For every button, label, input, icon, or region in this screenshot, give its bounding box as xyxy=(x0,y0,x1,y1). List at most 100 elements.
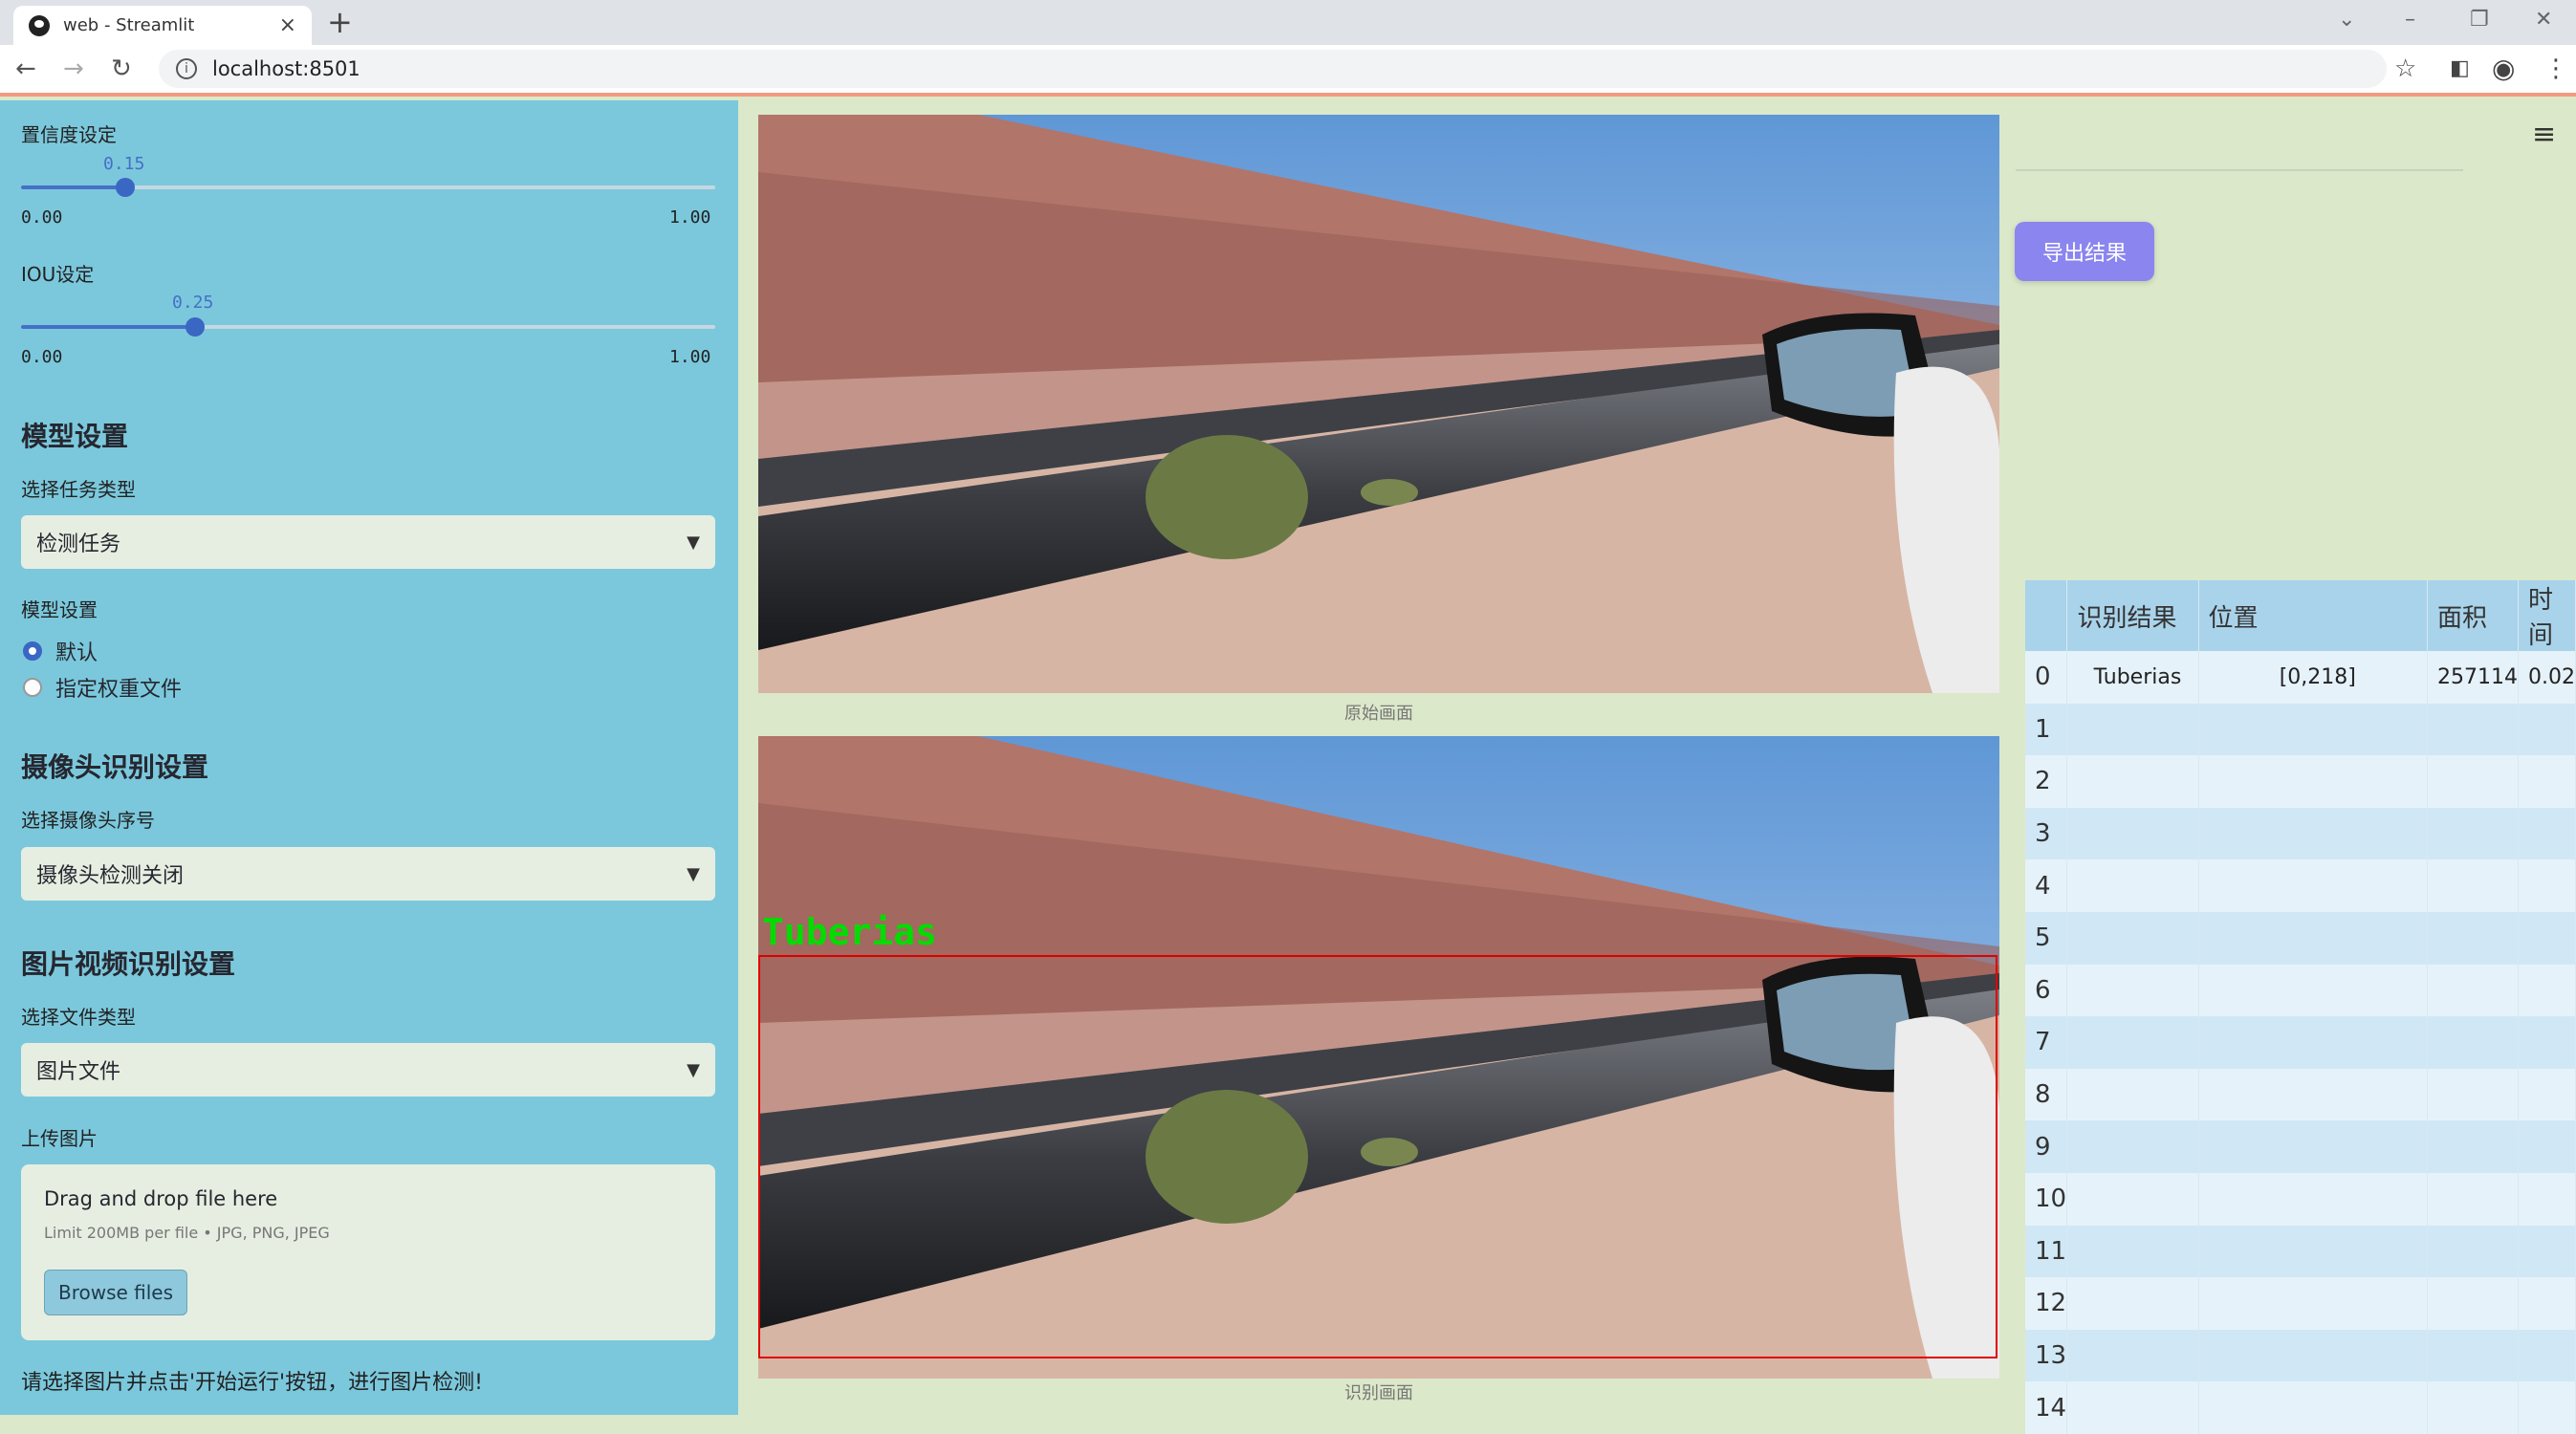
table-row[interactable]: 6 xyxy=(2025,964,2576,1017)
table-row[interactable]: 10 xyxy=(2025,1172,2576,1226)
table-row[interactable]: 4 xyxy=(2025,859,2576,912)
row-index: 14 xyxy=(2025,1381,2068,1434)
row-area xyxy=(2427,1016,2520,1069)
row-position xyxy=(2198,1120,2429,1173)
side-panel-icon[interactable]: ◧ xyxy=(2450,56,2470,80)
table-row[interactable]: 12 xyxy=(2025,1277,2576,1330)
forward-icon[interactable]: → xyxy=(63,54,84,83)
table-row[interactable]: 7 xyxy=(2025,1016,2576,1069)
browser-tabstrip: web - Streamlit × + ⌄ – ❐ ✕ xyxy=(0,0,2576,45)
table-row[interactable]: 11 xyxy=(2025,1225,2576,1278)
table-row[interactable]: 13 xyxy=(2025,1329,2576,1382)
header-position[interactable]: 位置 xyxy=(2198,580,2429,651)
file-dropzone[interactable]: Drag and drop file here Limit 200MB per … xyxy=(21,1164,715,1340)
window-close-icon[interactable]: ✕ xyxy=(2535,8,2552,32)
row-class xyxy=(2066,755,2199,808)
back-icon[interactable]: ← xyxy=(15,54,36,83)
original-image xyxy=(758,115,1999,693)
iou-slider[interactable] xyxy=(21,317,715,337)
reload-icon[interactable]: ↻ xyxy=(111,54,132,83)
row-class xyxy=(2066,1225,2199,1278)
row-time xyxy=(2518,807,2576,860)
iou-slider-thumb[interactable] xyxy=(186,317,205,337)
upload-label: 上传图片 xyxy=(21,1127,98,1150)
divider xyxy=(2016,169,2463,171)
row-class xyxy=(2066,1120,2199,1173)
header-class[interactable]: 识别结果 xyxy=(2066,580,2199,651)
radio-selected-icon xyxy=(23,641,42,661)
table-row[interactable]: 5 xyxy=(2025,911,2576,965)
address-bar[interactable]: i localhost:8501 xyxy=(159,50,2387,88)
row-index: 12 xyxy=(2025,1277,2068,1330)
profile-avatar-icon[interactable]: ◉ xyxy=(2492,53,2515,84)
row-time xyxy=(2518,1016,2576,1069)
table-row[interactable]: 0 Tuberias [0,218] 257114 0.02 xyxy=(2025,651,2576,704)
iou-value: 0.25 xyxy=(172,293,214,313)
row-index: 10 xyxy=(2025,1172,2068,1226)
row-area xyxy=(2427,1120,2520,1173)
row-time xyxy=(2518,1120,2576,1173)
media-section-heading: 图片视频识别设置 xyxy=(21,948,236,980)
tab-search-icon[interactable]: ⌄ xyxy=(2338,8,2355,32)
confidence-max: 1.00 xyxy=(669,207,711,228)
file-type-value: 图片文件 xyxy=(36,1060,121,1084)
table-row[interactable]: 1 xyxy=(2025,703,2576,756)
bookmark-star-icon[interactable]: ☆ xyxy=(2394,54,2416,83)
restore-icon[interactable]: ❐ xyxy=(2470,8,2489,32)
row-time xyxy=(2518,964,2576,1017)
row-time: 0.02 xyxy=(2518,651,2576,704)
export-results-button[interactable]: 导出结果 xyxy=(2015,222,2154,281)
task-type-value: 检测任务 xyxy=(36,532,121,556)
row-index: 5 xyxy=(2025,911,2068,965)
result-image: Tuberias xyxy=(758,736,1999,1379)
row-class xyxy=(2066,1381,2199,1434)
hamburger-menu-icon[interactable]: ≡ xyxy=(2532,118,2556,151)
browser-tab[interactable]: web - Streamlit × xyxy=(13,6,312,45)
row-position xyxy=(2198,1277,2429,1330)
table-row[interactable]: 9 xyxy=(2025,1120,2576,1173)
table-row[interactable]: 3 xyxy=(2025,807,2576,860)
row-area xyxy=(2427,1329,2520,1382)
table-row[interactable]: 14 xyxy=(2025,1381,2576,1434)
minimize-icon[interactable]: – xyxy=(2405,8,2415,32)
browser-menu-icon[interactable]: ⋮ xyxy=(2543,54,2568,83)
model-setting-label: 模型设置 xyxy=(21,598,98,621)
header-area[interactable]: 面积 xyxy=(2427,580,2520,651)
instruction-text: 请选择图片并点击'开始运行'按钮，进行图片检测! xyxy=(21,1371,483,1395)
result-caption: 识别画面 xyxy=(1344,1383,1413,1403)
row-area xyxy=(2427,755,2520,808)
table-row[interactable]: 2 xyxy=(2025,755,2576,808)
camera-index-select[interactable]: 摄像头检测关闭 ▼ xyxy=(21,847,715,901)
row-position: [0,218] xyxy=(2198,651,2429,704)
dropzone-limit: Limit 200MB per file • JPG, PNG, JPEG xyxy=(44,1224,330,1242)
table-row[interactable]: 8 xyxy=(2025,1068,2576,1121)
header-time[interactable]: 时间 xyxy=(2518,580,2576,651)
detection-box xyxy=(758,955,1997,1358)
file-type-select[interactable]: 图片文件 ▼ xyxy=(21,1043,715,1097)
row-class: Tuberias xyxy=(2066,651,2199,704)
row-position xyxy=(2198,807,2429,860)
confidence-slider[interactable] xyxy=(21,178,715,197)
chevron-down-icon: ▼ xyxy=(687,532,700,553)
camera-section-heading: 摄像头识别设置 xyxy=(21,751,209,783)
radio-custom-weights[interactable]: 指定权重文件 xyxy=(23,672,182,703)
task-type-select[interactable]: 检测任务 ▼ xyxy=(21,515,715,569)
new-tab-icon[interactable]: + xyxy=(327,6,353,38)
row-index: 4 xyxy=(2025,859,2068,912)
row-index: 9 xyxy=(2025,1120,2068,1173)
main-area: 原始画面 Tuberias 识别画面 ≡ 导出结果 识别结果 位置 面积 时间 … xyxy=(738,100,2576,1434)
browse-files-button[interactable]: Browse files xyxy=(44,1270,187,1315)
row-position xyxy=(2198,964,2429,1017)
close-tab-icon[interactable]: × xyxy=(279,13,296,37)
streamlit-icon xyxy=(29,14,50,36)
radio-default[interactable]: 默认 xyxy=(23,636,98,666)
row-position xyxy=(2198,1381,2429,1434)
confidence-slider-thumb[interactable] xyxy=(116,178,135,197)
row-time xyxy=(2518,1381,2576,1434)
radio-unselected-icon xyxy=(23,678,42,697)
file-type-label: 选择文件类型 xyxy=(21,1006,136,1029)
camera-index-value: 摄像头检测关闭 xyxy=(36,864,185,888)
site-info-icon[interactable]: i xyxy=(176,58,197,79)
row-area xyxy=(2427,1068,2520,1121)
row-class xyxy=(2066,1068,2199,1121)
